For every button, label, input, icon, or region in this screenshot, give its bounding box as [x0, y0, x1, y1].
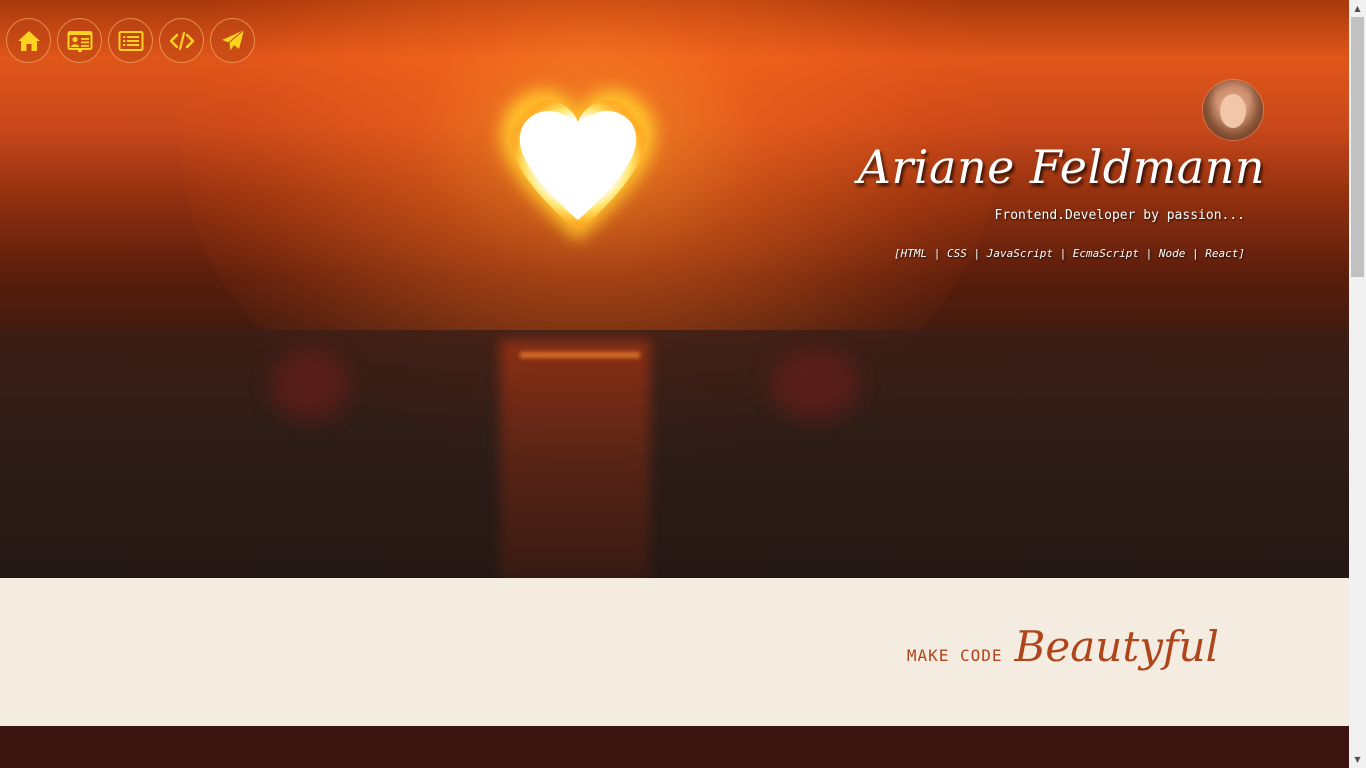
slogan-section: MAKE CODE Beautyful: [0, 578, 1349, 726]
slogan: MAKE CODE Beautyful: [907, 622, 1219, 671]
nav-projects-button[interactable]: [159, 18, 204, 63]
sun-reflection: [500, 340, 650, 578]
scroll-down-arrow-icon[interactable]: ▼: [1349, 751, 1366, 768]
slogan-highlight: Beautyful: [1014, 622, 1219, 671]
profile-skills: [HTML | CSS | JavaScript | EcmaScript | …: [894, 247, 1245, 260]
slogan-prefix: MAKE CODE: [906, 646, 1003, 665]
hero-banner: Ariane Feldmann Frontend.Developer by pa…: [0, 0, 1349, 578]
home-icon: [17, 30, 40, 51]
sea-reflection-left: [270, 350, 350, 420]
scroll-thumb[interactable]: [1351, 17, 1364, 277]
main-nav: [6, 18, 255, 63]
heart-sun-icon: [468, 60, 688, 260]
nav-resume-button[interactable]: [108, 18, 153, 63]
nav-about-button[interactable]: [57, 18, 102, 63]
nav-contact-button[interactable]: [210, 18, 255, 63]
nav-home-button[interactable]: [6, 18, 51, 63]
code-icon: [169, 31, 194, 50]
next-section: [0, 726, 1349, 768]
profile-name: Ariane Feldmann: [857, 140, 1265, 194]
contact-card-icon: [67, 30, 92, 52]
paper-plane-icon: [221, 29, 244, 51]
sea: [0, 330, 1349, 578]
page-scrollbar[interactable]: ▲ ▼: [1349, 0, 1366, 768]
horizon-sun-line: [520, 352, 640, 358]
list-icon: [118, 30, 143, 51]
sea-reflection-right: [770, 350, 860, 420]
profile-tagline: Frontend.Developer by passion...: [994, 208, 1245, 223]
scroll-up-arrow-icon[interactable]: ▲: [1349, 0, 1366, 17]
avatar: [1203, 80, 1263, 140]
